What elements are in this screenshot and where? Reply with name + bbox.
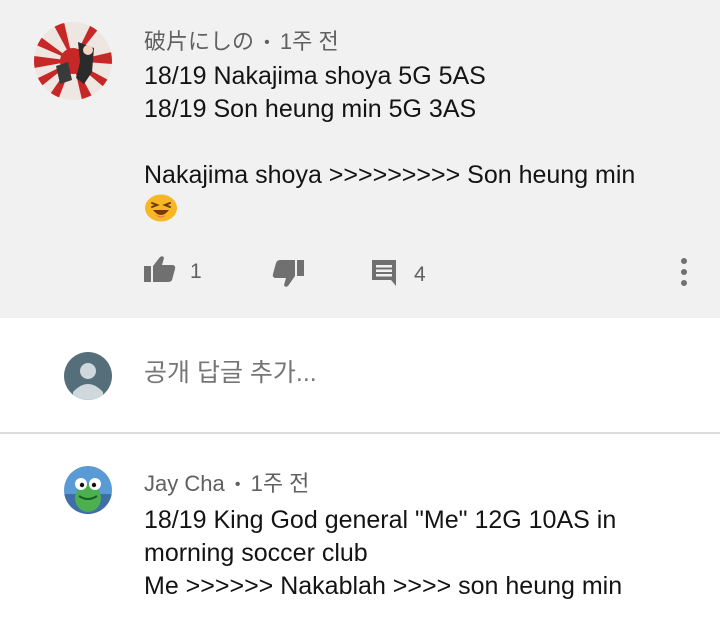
reply-input[interactable] [144,359,644,388]
comment-time[interactable]: 1주 전 [251,471,310,496]
author-name[interactable]: 破片にしの [144,29,254,54]
reply-count: 4 [414,262,426,286]
laughing-face-emoji [144,192,178,222]
comment-text-line: morning soccer club [144,539,368,567]
comment-text-line: 18/19 Son heung min 5G 3AS [144,95,477,123]
meta-separator: • [234,476,241,493]
my-avatar [64,352,112,400]
like-count: 1 [190,259,202,283]
user-avatar[interactable] [64,466,112,514]
author-name[interactable]: Jay Cha [144,471,225,496]
comment-icon [370,258,398,291]
reply-button[interactable]: 4 [370,258,426,291]
comment-meta: Jay Cha • 1주 전 [144,466,309,498]
meta-separator: • [264,34,270,51]
comment-text-line: 18/19 Nakajima shoya 5G 5AS [144,62,486,90]
comment-text-line: Me >>>>>> Nakablah >>>> son heung min [144,572,623,600]
divider [0,432,720,434]
comment-text-line: Nakajima shoya >>>>>>>>> Son heung min [144,161,636,189]
thumbs-down-icon [272,258,304,293]
thumbs-up-icon [144,255,176,288]
like-button[interactable]: 1 [144,255,202,288]
comment-text-line: 18/19 King God general "Me" 12G 10AS in [144,506,617,534]
user-avatar[interactable] [34,22,112,100]
comment-time[interactable]: 1주 전 [280,29,339,54]
dislike-button[interactable] [272,258,304,293]
comment-meta: 破片にしの • 1주 전 [144,24,339,56]
more-vertical-icon[interactable] [676,256,692,288]
